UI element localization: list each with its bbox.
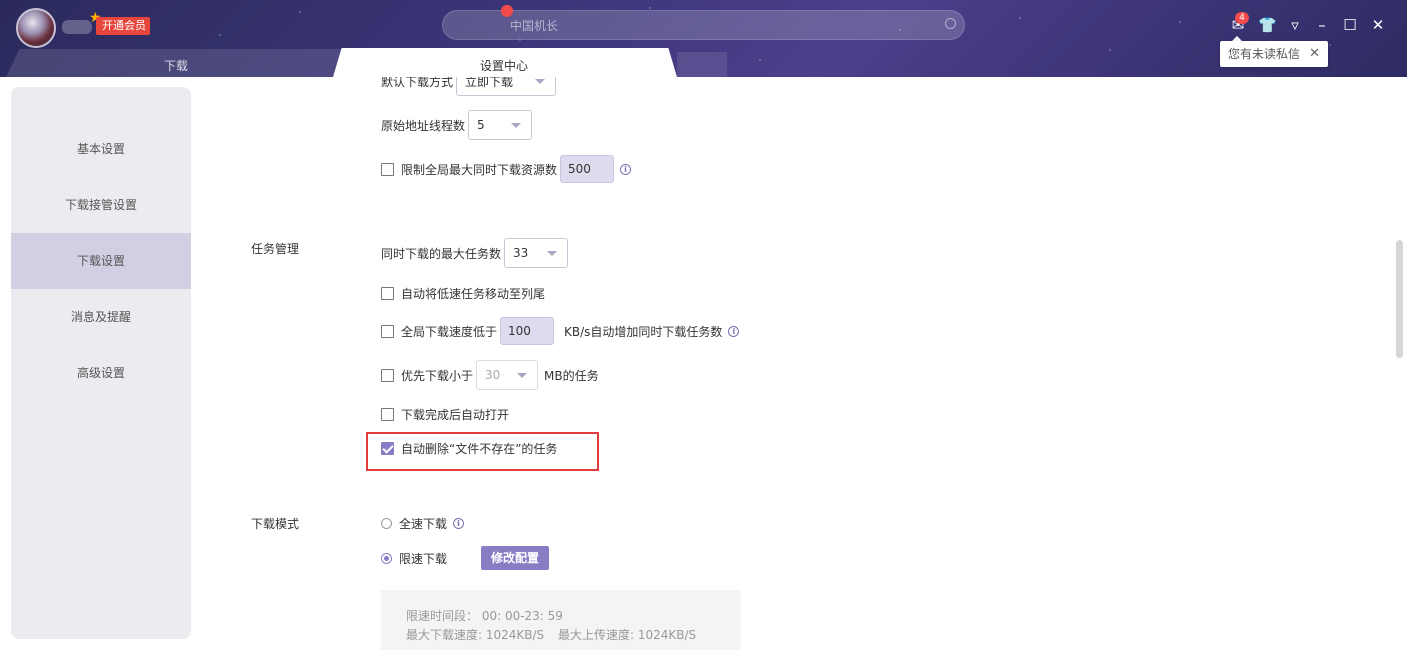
priority-small-suffix: MB的任务 (544, 368, 599, 383)
speed-below-input[interactable]: 100 (500, 317, 555, 345)
priority-small-select[interactable]: 30 (476, 360, 539, 390)
message-count-badge: 4 (1235, 12, 1249, 24)
default-mode-label: 默认下载方式 (381, 77, 454, 89)
info-icon[interactable]: i (620, 163, 632, 175)
sidebar-item-download[interactable]: 下载设置 (11, 233, 191, 289)
title-bar: ★ 开通会员 ● 中国机长 ✉ 4 👕 ▿ – ☐ ✕ (0, 0, 1407, 77)
skin-icon[interactable]: 👕 (1258, 16, 1277, 34)
speed-limit-panel: 限速时间段： 00: 00-23: 59 最大下载速度: 1024KB/S 最大… (381, 590, 741, 650)
unread-message-tooltip[interactable]: 您有未读私信 ✕ (1220, 41, 1328, 67)
task-management-title: 任务管理 (251, 242, 300, 256)
limit-global-checkbox[interactable] (381, 162, 394, 176)
chevron-down-icon (511, 123, 522, 128)
minimize-icon[interactable]: – (1313, 16, 1331, 34)
max-tasks-value: 33 (513, 246, 529, 260)
limit-period-text: 限速时间段： 00: 00-23: 59 (406, 609, 563, 623)
max-tasks-select[interactable]: 33 (504, 238, 569, 268)
speed-below-checkbox[interactable] (381, 324, 394, 338)
move-slow-checkbox[interactable] (381, 286, 394, 300)
limited-speed-label: 限速下载 (399, 551, 448, 566)
avatar[interactable] (16, 8, 56, 48)
max-download-text: 最大下载速度: 1024KB/S (406, 628, 545, 642)
auto-open-label: 下载完成后自动打开 (401, 407, 510, 422)
download-mode-title: 下载模式 (251, 517, 300, 531)
max-upload-text: 最大上传速度: 1024KB/S (558, 628, 697, 642)
priority-small-value: 30 (485, 368, 501, 382)
search-icon[interactable] (945, 18, 956, 29)
speed-below-suffix: KB/s自动增加同时下载任务数 (564, 324, 723, 339)
vip-button[interactable]: 开通会员 (96, 17, 150, 35)
chevron-down-icon (547, 251, 558, 256)
chevron-down-icon (517, 373, 528, 378)
sidebar-item-basic[interactable]: 基本设置 (11, 121, 191, 177)
scrollbar[interactable] (1396, 240, 1403, 358)
auto-delete-checkbox[interactable] (381, 441, 394, 455)
username[interactable] (62, 20, 92, 34)
default-mode-select[interactable]: 立即下载 (456, 77, 557, 96)
tab-settings-label: 设置中心 (480, 59, 529, 73)
origin-threads-label: 原始地址线程数 (381, 118, 466, 133)
modify-config-button[interactable]: 修改配置 (481, 546, 550, 570)
chevron-down-icon (535, 79, 546, 84)
max-tasks-label: 同时下载的最大任务数 (381, 246, 502, 261)
move-slow-label: 自动将低速任务移动至列尾 (401, 286, 546, 301)
default-mode-value: 立即下载 (465, 77, 514, 89)
settings-content: 默认下载方式 立即下载 原始地址线程数 5 限制全局最大同时下载资源数 500 … (191, 77, 1391, 650)
tab-download-label: 下载 (164, 59, 189, 73)
maximize-icon[interactable]: ☐ (1341, 16, 1359, 34)
search-placeholder: 中国机长 (510, 19, 559, 33)
priority-small-checkbox[interactable] (381, 368, 394, 382)
origin-threads-select[interactable]: 5 (468, 110, 533, 140)
limit-global-input[interactable]: 500 (560, 155, 615, 183)
menu-icon[interactable]: ▿ (1286, 16, 1304, 34)
limited-speed-radio[interactable] (381, 552, 392, 564)
limit-speed-line: 最大下载速度: 1024KB/S 最大上传速度: 1024KB/S (406, 626, 696, 643)
tooltip-close-icon[interactable]: ✕ (1309, 41, 1320, 67)
settings-sidebar: 基本设置 下载接管设置 下载设置 消息及提醒 高级设置 (11, 87, 191, 639)
full-speed-label: 全速下载 (399, 516, 448, 531)
sidebar-item-notifications[interactable]: 消息及提醒 (11, 289, 191, 345)
tooltip-text: 您有未读私信 (1228, 47, 1301, 61)
tab-extra[interactable] (677, 52, 727, 77)
limit-global-value: 500 (568, 162, 591, 176)
origin-threads-value: 5 (477, 118, 485, 132)
auto-open-checkbox[interactable] (381, 407, 394, 421)
info-icon[interactable]: i (728, 325, 740, 337)
limit-global-label: 限制全局最大同时下载资源数 (401, 162, 558, 177)
auto-delete-label: 自动删除“文件不存在”的任务 (401, 441, 558, 456)
sidebar-item-advanced[interactable]: 高级设置 (11, 345, 191, 401)
full-speed-radio[interactable] (381, 517, 392, 529)
speed-below-label: 全局下载速度低于 (401, 324, 498, 339)
speed-below-value: 100 (508, 324, 531, 338)
info-icon[interactable]: i (453, 517, 465, 529)
priority-small-label: 优先下载小于 (401, 368, 474, 383)
close-icon[interactable]: ✕ (1369, 16, 1387, 34)
sidebar-item-takeover[interactable]: 下载接管设置 (11, 177, 191, 233)
